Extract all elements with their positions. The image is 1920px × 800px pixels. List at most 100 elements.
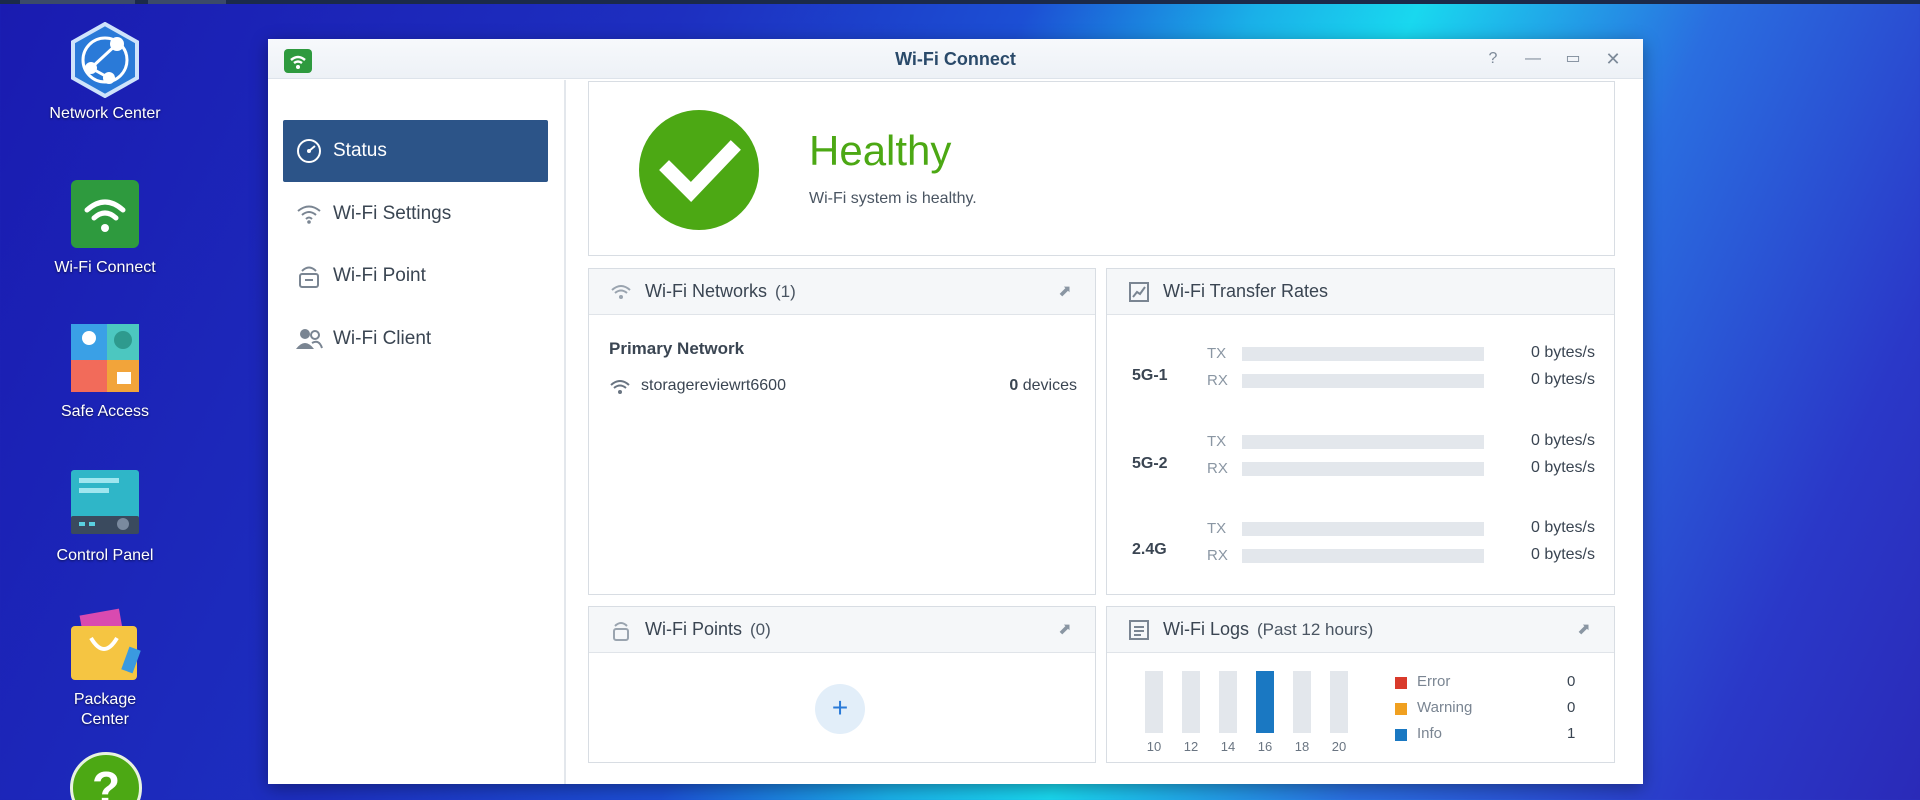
taskbar-item[interactable]	[20, 0, 135, 4]
desktop-icon-label: Package Center	[73, 691, 137, 728]
tx-label: TX	[1207, 433, 1227, 450]
legend-value-error: 0	[1567, 673, 1576, 690]
sidebar-item-wifi-settings[interactable]: Wi-Fi Settings	[283, 183, 548, 245]
taskbar-item[interactable]	[148, 0, 226, 4]
transfer-rates-card: Wi-Fi Transfer Rates 5G-1 TX RX 0 bytes/…	[1106, 268, 1615, 595]
desktop-taskbar	[0, 0, 1920, 4]
tx-bar	[1242, 347, 1484, 361]
log-tick-label: 16	[1257, 739, 1273, 754]
help-button[interactable]: ?	[1483, 49, 1503, 69]
desktop-icon-package-center[interactable]: Package Center	[30, 608, 180, 730]
network-ssid: storagereviewrt6600	[641, 377, 786, 394]
maximize-button[interactable]: ▭	[1563, 49, 1583, 69]
router-icon	[295, 262, 323, 290]
device-count: 0	[1009, 377, 1019, 394]
help-icon[interactable]: ?	[70, 752, 142, 800]
legend-swatch-info	[1395, 729, 1407, 741]
sidebar-item-wifi-point[interactable]: Wi-Fi Point	[283, 245, 548, 307]
health-status: Healthy	[809, 127, 952, 174]
rx-rate: 0 bytes/s	[1530, 546, 1595, 563]
band-label: 5G-2	[1132, 455, 1168, 472]
safe-access-icon	[67, 320, 143, 396]
desktop-icon-wifi-connect[interactable]: Wi-Fi Connect	[30, 176, 180, 278]
band-label: 5G-1	[1132, 367, 1168, 384]
log-tick-label: 18	[1294, 739, 1310, 754]
minimize-button[interactable]: —	[1523, 49, 1543, 69]
expand-icon[interactable]: ⬈	[1574, 619, 1594, 639]
wifi-icon	[609, 280, 633, 304]
window-titlebar[interactable]: Wi-Fi Connect ? — ▭ ✕	[268, 39, 1643, 79]
rx-bar	[1242, 549, 1484, 563]
network-row[interactable]: storagereviewrt6600 0 devices	[609, 377, 1077, 401]
logs-range: (Past 12 hours)	[1257, 619, 1374, 639]
add-point-button[interactable]: +	[815, 684, 865, 734]
sidebar-item-label: Wi-Fi Client	[333, 328, 432, 349]
sidebar-item-label: Wi-Fi Settings	[333, 203, 452, 224]
router-icon	[609, 618, 633, 642]
legend-label-warning: Warning	[1417, 699, 1473, 716]
health-card: Healthy Wi-Fi system is healthy.	[588, 81, 1615, 256]
card-title: Wi-Fi Logs	[1163, 619, 1250, 639]
desktop-icon-safe-access[interactable]: Safe Access	[30, 320, 180, 422]
users-icon	[295, 325, 323, 353]
card-title: Wi-Fi Networks	[645, 281, 767, 301]
close-button[interactable]: ✕	[1603, 49, 1623, 69]
devices-label: devices	[1022, 377, 1077, 394]
log-bar-track	[1145, 671, 1163, 733]
log-bar-track	[1293, 671, 1311, 733]
rx-label: RX	[1207, 372, 1228, 389]
log-bar-track	[1219, 671, 1237, 733]
tx-bar	[1242, 435, 1484, 449]
desktop-icon-label: Wi-Fi Connect	[54, 259, 156, 276]
legend-label-error: Error	[1417, 673, 1451, 690]
card-header: Wi-Fi Networks (1) ⬈	[589, 269, 1095, 315]
tx-bar	[1242, 522, 1484, 536]
health-description: Wi-Fi system is healthy.	[809, 190, 977, 207]
expand-icon[interactable]: ⬈	[1055, 619, 1075, 639]
log-tick-label: 12	[1183, 739, 1199, 754]
card-title: Wi-Fi Transfer Rates	[1163, 281, 1329, 301]
desktop-icon-network-center[interactable]: Network Center	[30, 21, 180, 124]
band-label: 2.4G	[1132, 541, 1167, 558]
tx-rate: 0 bytes/s	[1530, 344, 1595, 361]
rx-rate: 0 bytes/s	[1530, 459, 1595, 476]
wifi-points-card: Wi-Fi Points (0) ⬈ +	[588, 606, 1096, 763]
wifi-connect-icon	[67, 176, 143, 252]
rx-label: RX	[1207, 547, 1228, 564]
sidebar-item-status[interactable]: Status	[283, 120, 548, 182]
desktop-icon-label: Network Center	[49, 105, 161, 122]
desktop-icon-control-panel[interactable]: Control Panel	[30, 464, 180, 566]
card-header: Wi-Fi Points (0) ⬈	[589, 607, 1095, 653]
points-count: (0)	[750, 619, 771, 639]
rx-rate: 0 bytes/s	[1530, 371, 1595, 388]
sidebar-item-wifi-client[interactable]: Wi-Fi Client	[283, 308, 548, 370]
tx-rate: 0 bytes/s	[1530, 432, 1595, 449]
log-bar-track	[1182, 671, 1200, 733]
expand-icon[interactable]: ⬈	[1055, 281, 1075, 301]
tx-label: TX	[1207, 520, 1227, 537]
tx-rate: 0 bytes/s	[1530, 519, 1595, 536]
list-icon	[1127, 618, 1151, 642]
wifi-connect-window: Wi-Fi Connect ? — ▭ ✕ Status Wi-Fi Setti…	[268, 39, 1643, 784]
check-icon	[639, 110, 759, 230]
legend-value-info: 1	[1567, 725, 1576, 742]
sidebar-item-label: Status	[333, 140, 387, 161]
log-tick-label: 20	[1331, 739, 1347, 754]
legend-label-info: Info	[1417, 725, 1443, 742]
wifi-networks-card: Wi-Fi Networks (1) ⬈ Primary Network sto…	[588, 268, 1096, 595]
control-panel-icon	[67, 464, 143, 540]
log-bar-track	[1330, 671, 1348, 733]
rx-bar	[1242, 462, 1484, 476]
card-header: Wi-Fi Transfer Rates	[1107, 269, 1614, 315]
wifi-icon	[609, 378, 631, 401]
logs-bar-chart: 10 12 14 16 18 20	[1107, 653, 1367, 763]
desktop-icon-label: Safe Access	[60, 403, 150, 420]
gauge-icon	[295, 137, 323, 165]
network-group-title: Primary Network	[609, 339, 745, 358]
rx-label: RX	[1207, 460, 1228, 477]
network-count: (1)	[775, 281, 796, 301]
tx-label: TX	[1207, 345, 1227, 362]
wifi-icon	[295, 200, 323, 228]
network-center-icon	[67, 21, 143, 99]
log-tick-label: 10	[1146, 739, 1162, 754]
